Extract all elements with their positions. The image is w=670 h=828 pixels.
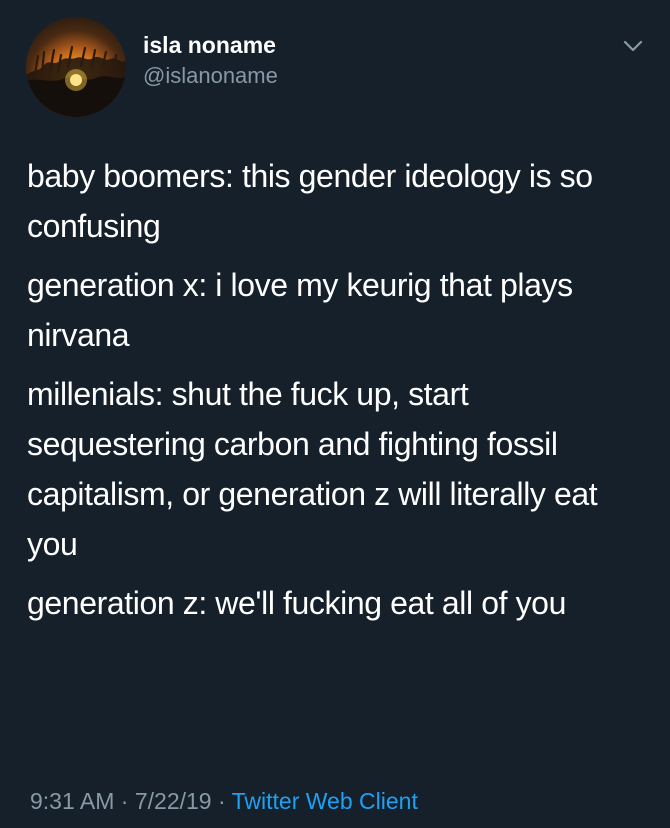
tweet-footer: 9:31 AM · 7/22/19 · Twitter Web Client [30,786,418,816]
tweet-source-link[interactable]: Twitter Web Client [232,788,418,814]
separator: · [217,788,226,814]
tweet-paragraph-boomers: baby boomers: this gender ideology is so… [27,158,593,244]
tweet-paragraph-gen-x: generation x: i love my keurig that play… [27,267,573,353]
tweet-time[interactable]: 9:31 AM [30,788,114,814]
author-handle[interactable]: @islanoname [143,62,278,90]
chevron-down-icon[interactable] [622,38,644,54]
avatar[interactable] [26,17,126,117]
sunset-avatar-image [26,45,126,117]
tweet-paragraph-millenials: millenials: shut the fuck up, start sequ… [27,376,598,562]
author-name[interactable]: isla noname [143,31,276,59]
separator: · [120,788,129,814]
tweet-card: isla noname @islanoname baby boomers: th… [0,0,670,828]
tweet-paragraph-gen-z: generation z: we'll fucking eat all of y… [27,585,566,621]
tweet-date[interactable]: 7/22/19 [135,788,212,814]
tweet-text: baby boomers: this gender ideology is so… [27,151,647,637]
